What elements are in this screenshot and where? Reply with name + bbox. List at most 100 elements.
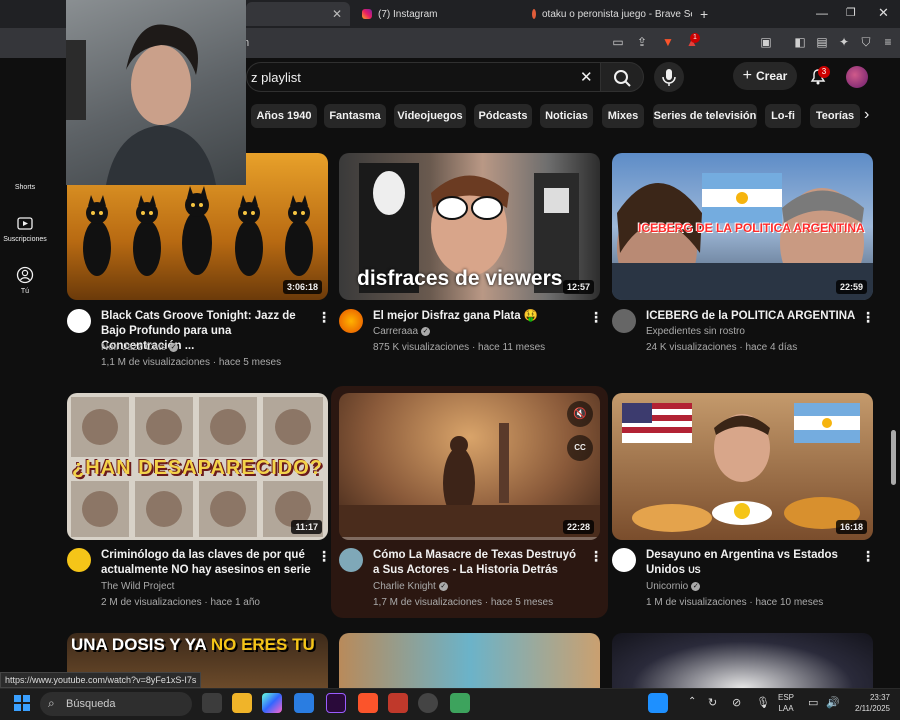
- create-button[interactable]: + Crear: [733, 62, 797, 90]
- minimize-icon[interactable]: —: [816, 6, 828, 20]
- more-options-icon[interactable]: ⋮: [861, 548, 875, 564]
- tab-close-icon[interactable]: ✕: [332, 7, 342, 21]
- sidebar-item-you[interactable]: Tú: [0, 288, 50, 295]
- chip-noticias[interactable]: Noticias: [540, 104, 593, 128]
- search-button[interactable]: [600, 62, 644, 92]
- channel-avatar-carreraaa[interactable]: [339, 309, 363, 333]
- clock-time: 23:37: [869, 693, 890, 702]
- premiere-icon[interactable]: [326, 693, 346, 713]
- channel-name[interactable]: Carreraaa ✓: [373, 326, 431, 337]
- video-thumbnail-8[interactable]: [339, 633, 600, 688]
- microphone-icon[interactable]: 🎙: [756, 696, 770, 709]
- game-icon[interactable]: [388, 693, 408, 713]
- channel-avatar-wild-project[interactable]: [67, 548, 91, 572]
- more-options-icon[interactable]: ⋮: [317, 309, 331, 325]
- wallet-icon[interactable]: ▤: [814, 34, 830, 50]
- video-thumbnail-9[interactable]: [612, 633, 873, 688]
- browser-tab-brave-search[interactable]: otaku o peronista juego - Brave Sear: [522, 2, 692, 26]
- channel-name[interactable]: Expedientes sin rostro: [646, 326, 745, 337]
- file-explorer-icon[interactable]: [232, 693, 252, 713]
- obs-icon[interactable]: [418, 693, 438, 713]
- video-thumbnail-6[interactable]: 16:18: [612, 393, 873, 540]
- voice-search-button[interactable]: [654, 62, 684, 92]
- channel-avatar-charlie-knight[interactable]: [339, 548, 363, 572]
- windows-start-icon[interactable]: [14, 695, 30, 711]
- us-flag-icon: [622, 403, 692, 443]
- captions-icon[interactable]: CC: [567, 435, 593, 461]
- brave-browser-icon[interactable]: [358, 693, 378, 713]
- menu-icon[interactable]: ≡: [880, 34, 896, 50]
- language-indicator[interactable]: ESP LAA: [778, 692, 794, 714]
- you-icon[interactable]: [16, 266, 34, 284]
- channel-name[interactable]: Charlie Knight ✓: [373, 581, 448, 592]
- channel-avatar-noir-jazz-cats[interactable]: [67, 309, 91, 333]
- chevron-right-icon[interactable]: ›: [864, 106, 869, 124]
- sidebar-toggle-icon[interactable]: ◧: [792, 34, 808, 50]
- channel-name[interactable]: Noir Jazz Cats ✓: [101, 342, 179, 353]
- chip-mixes[interactable]: Mixes: [602, 104, 644, 128]
- chip-lofi[interactable]: Lo-fi: [765, 104, 801, 128]
- more-options-icon[interactable]: ⋮: [589, 309, 603, 325]
- restore-icon[interactable]: ❐: [846, 6, 856, 19]
- video-title[interactable]: Cómo La Masacre de Texas Destruyó a Sus …: [373, 548, 583, 578]
- taskbar-search[interactable]: ⌕ Búsqueda: [40, 692, 192, 716]
- store-icon[interactable]: [294, 693, 314, 713]
- clear-search-icon[interactable]: ✕: [580, 68, 593, 86]
- video-title[interactable]: El mejor Disfraz gana Plata 🤑: [373, 309, 583, 324]
- clock[interactable]: 23:37 2/11/2025: [846, 692, 890, 714]
- video-title[interactable]: Criminólogo da las claves de por qué act…: [101, 548, 311, 578]
- browser-tab-instagram[interactable]: (7) Instagram: [352, 2, 518, 26]
- reader-mode-icon[interactable]: ▣: [758, 34, 774, 50]
- chip-series-tv[interactable]: Series de televisión: [653, 104, 757, 128]
- chip-podcasts[interactable]: Pódcasts: [474, 104, 532, 128]
- chip-1940s[interactable]: Años 1940: [251, 104, 317, 128]
- sidebar-item-shorts[interactable]: Shorts: [0, 184, 50, 191]
- more-options-icon[interactable]: ⋮: [317, 548, 331, 564]
- video-title[interactable]: ICEBERG de la POLITICA ARGENTINA: [646, 309, 856, 324]
- brave-badge: 1: [690, 33, 700, 43]
- video-title[interactable]: Desayuno en Argentina vs Estados Unidos …: [646, 548, 856, 578]
- video-thumbnail-2[interactable]: disfraces de viewers 12:57: [339, 153, 600, 300]
- mute-icon[interactable]: 🔇: [567, 401, 593, 427]
- instagram-icon: [362, 9, 372, 19]
- search-input[interactable]: z playlist: [246, 62, 614, 92]
- clock-date: 2/11/2025: [855, 704, 890, 713]
- video-thumbnail-3[interactable]: ICEBERG DE LA POLITICA ARGENTINA 22:59: [612, 153, 873, 300]
- search-icon: [614, 70, 631, 87]
- channel-name[interactable]: Unicornio ✓: [646, 581, 701, 592]
- channel-avatar-expedientes[interactable]: [612, 309, 636, 333]
- video-duration: 22:28: [562, 520, 594, 534]
- sync-icon[interactable]: ↻: [708, 696, 717, 709]
- preview-progress-bar[interactable]: [339, 537, 600, 540]
- leo-ai-icon[interactable]: ✦: [836, 34, 852, 50]
- more-options-icon[interactable]: ⋮: [861, 309, 875, 325]
- widgets-icon[interactable]: [648, 693, 668, 713]
- sidebar-item-subscriptions[interactable]: Suscripciones: [0, 236, 50, 243]
- new-tab-icon[interactable]: +: [700, 6, 708, 22]
- share-icon[interactable]: ⇪: [634, 34, 650, 50]
- cast-icon[interactable]: ▭: [610, 34, 626, 50]
- video-preview-player[interactable]: 🔇 CC 22:28: [339, 393, 600, 540]
- scrollbar-thumb[interactable]: [891, 430, 896, 485]
- channel-name[interactable]: The Wild Project: [101, 581, 174, 592]
- window-close-icon[interactable]: ✕: [878, 5, 889, 21]
- browser-tab-active[interactable]: ✕: [246, 2, 350, 26]
- vpn-icon[interactable]: ⛉: [858, 34, 874, 50]
- video-thumbnail-4[interactable]: ¿HAN DESAPARECIDO? 11:17: [67, 393, 328, 540]
- subscriptions-icon[interactable]: [16, 214, 34, 232]
- brave-shields-icon[interactable]: ▼: [660, 34, 676, 50]
- tray-overflow-icon[interactable]: ⌃: [688, 696, 696, 707]
- channel-avatar-unicornio[interactable]: [612, 548, 636, 572]
- account-avatar[interactable]: [846, 66, 868, 88]
- task-view-icon[interactable]: [202, 693, 222, 713]
- chip-teorias[interactable]: Teorías: [810, 104, 860, 128]
- copilot-icon[interactable]: [262, 693, 282, 713]
- search-icon: ⌕: [48, 696, 55, 710]
- volume-icon[interactable]: 🔊: [826, 696, 840, 709]
- shield-off-icon[interactable]: ⊘: [732, 696, 741, 709]
- more-options-icon[interactable]: ⋮: [589, 548, 603, 564]
- network-icon[interactable]: ▭: [808, 696, 818, 709]
- chip-fantasma[interactable]: Fantasma: [324, 104, 386, 128]
- chip-videojuegos[interactable]: Videojuegos: [394, 104, 466, 128]
- app-icon[interactable]: [450, 693, 470, 713]
